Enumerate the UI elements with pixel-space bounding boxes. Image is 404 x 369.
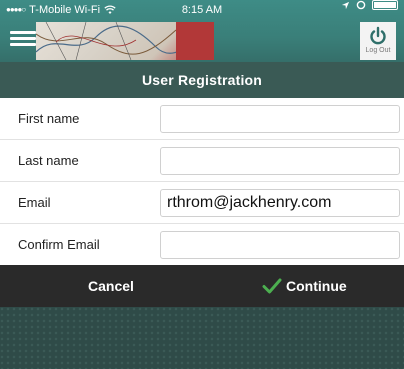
action-bar: Cancel Continue — [0, 265, 404, 307]
power-icon — [370, 26, 386, 45]
battery-icon — [372, 0, 398, 10]
page-title: User Registration — [0, 62, 404, 98]
email-row: Email — [0, 182, 404, 224]
first-name-row: First name — [0, 98, 404, 140]
email-label: Email — [18, 195, 51, 210]
status-bar: ●●●●○ T-Mobile Wi-Fi 8:15 AM — [0, 0, 404, 20]
cancel-button[interactable]: Cancel — [0, 265, 222, 307]
continue-label: Continue — [286, 278, 347, 294]
header-banner-image — [36, 22, 214, 60]
first-name-input[interactable] — [160, 105, 400, 133]
email-input[interactable] — [160, 189, 400, 217]
confirm-email-input[interactable] — [160, 231, 400, 259]
logout-label: Log Out — [365, 47, 391, 54]
menu-icon-bar — [10, 31, 36, 34]
app-header: Log Out — [0, 20, 404, 62]
location-arrow-icon — [341, 1, 350, 9]
menu-icon-bar — [10, 43, 36, 46]
alarm-icon — [356, 0, 366, 10]
last-name-label: Last name — [18, 153, 79, 168]
registration-form: First name Last name Email Confirm Email — [0, 98, 404, 265]
checkmark-icon — [262, 278, 282, 294]
continue-button[interactable]: Continue — [222, 265, 404, 307]
status-right — [341, 0, 398, 10]
menu-icon-bar — [10, 37, 36, 40]
banner-artwork — [36, 22, 214, 60]
background-pattern — [0, 307, 404, 369]
confirm-email-row: Confirm Email — [0, 224, 404, 266]
menu-icon[interactable] — [10, 28, 36, 50]
last-name-row: Last name — [0, 140, 404, 182]
confirm-email-label: Confirm Email — [18, 237, 100, 252]
logout-button[interactable]: Log Out — [360, 22, 396, 60]
last-name-input[interactable] — [160, 147, 400, 175]
first-name-label: First name — [18, 111, 80, 126]
top-band: ●●●●○ T-Mobile Wi-Fi 8:15 AM Log Out — [0, 0, 404, 62]
